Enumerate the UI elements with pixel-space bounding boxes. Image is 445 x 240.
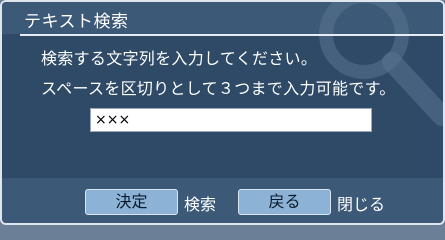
- instruction-text: 検索する文字列を入力してください。: [41, 49, 318, 68]
- back-button-caption: 閉じる: [337, 195, 386, 214]
- title-divider: [20, 34, 443, 36]
- back-button[interactable]: 戻る: [238, 189, 331, 215]
- ok-button-caption: 検索: [184, 195, 217, 214]
- instruction-hint: スペースを区切りとして３つまで入力可能です。: [41, 79, 396, 98]
- dialog-title: テキスト検索: [24, 12, 129, 32]
- ok-button[interactable]: 決定: [85, 189, 178, 215]
- search-input[interactable]: [90, 108, 372, 132]
- text-search-dialog: テキスト検索 検索する文字列を入力してください。 スペースを区切りとして３つまで…: [0, 0, 445, 225]
